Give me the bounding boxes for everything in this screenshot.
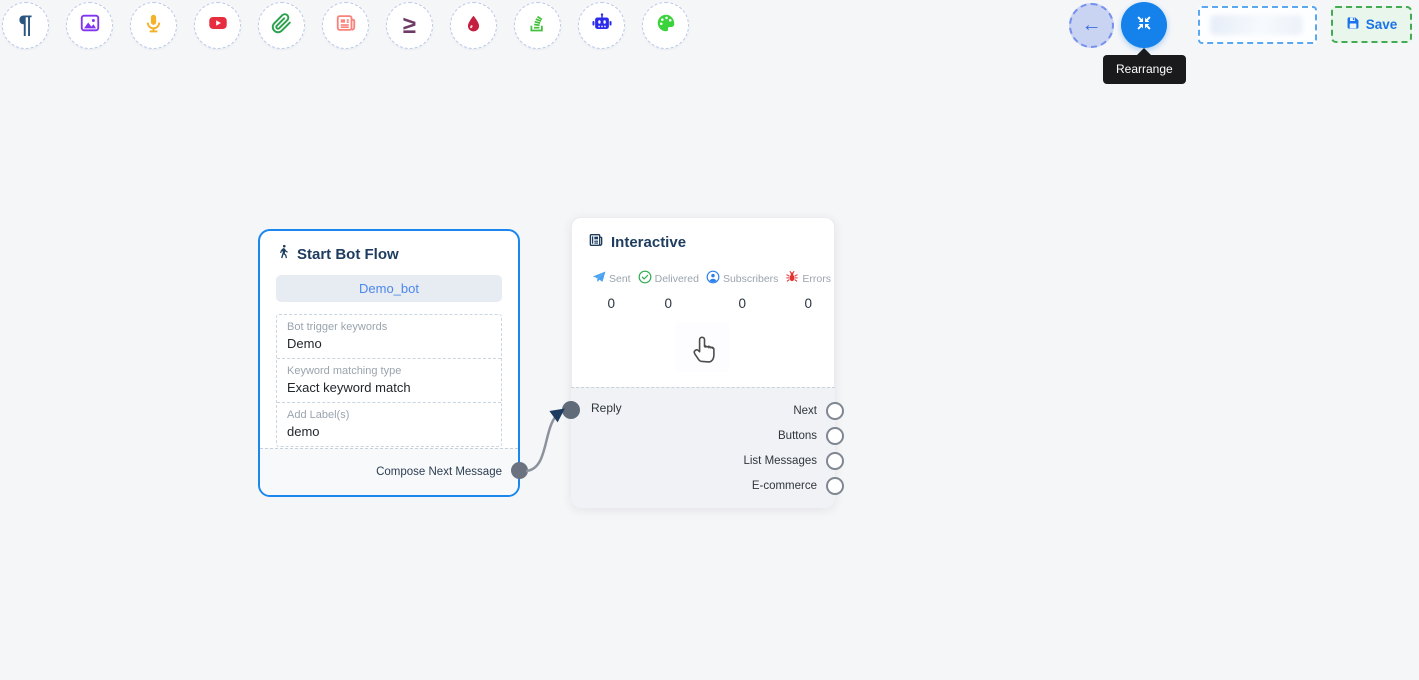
toolbar-button-video[interactable] [194,2,241,49]
toolbar-button-audio[interactable] [130,2,177,49]
toolbar-button-theme[interactable] [642,2,689,49]
field-matching-type[interactable]: Keyword matching type Exact keyword matc… [277,358,501,402]
interactive-node-header: Interactive [572,218,834,253]
interactive-node-ports-section: Reply Next Buttons List Messages E-comme… [571,387,835,508]
flow-name-input[interactable] [1198,6,1317,44]
stat-label: Subscribers [723,273,778,285]
start-node-output-socket[interactable] [511,462,528,479]
image-icon [79,12,101,39]
reply-input-socket[interactable] [562,401,580,419]
stat-label: Delivered [655,273,699,285]
bot-name-chip[interactable]: Demo_bot [276,275,502,302]
flow-builder-canvas[interactable]: ¶ ≥ [0,0,1419,680]
save-button[interactable]: Save [1331,6,1412,43]
paper-plane-icon [592,270,606,287]
newspaper-icon [335,12,357,39]
output-row-ecommerce: E-commerce [752,477,844,495]
field-value: Demo [287,336,491,351]
start-node-header: Start Bot Flow [260,231,518,272]
pilcrow-icon: ¶ [19,13,33,38]
compose-next-message-label: Compose Next Message [376,466,502,478]
interactive-node-stats: Sent 0 Delivered 0 Subscribers [572,270,834,311]
field-label: Keyword matching type [287,365,491,377]
field-value: demo [287,424,491,439]
output-row-list-messages: List Messages [743,452,844,470]
stat-value: 0 [592,296,631,311]
bug-icon [785,270,799,287]
start-node-title: Start Bot Flow [297,246,399,263]
output-label: Buttons [778,430,817,442]
start-node-fields: Bot trigger keywords Demo Keyword matchi… [276,314,502,447]
compose-next-message-action[interactable]: Compose Next Message [260,448,518,495]
paperclip-icon [271,13,292,39]
back-arrow-icon: ← [1082,14,1102,37]
toolbar-button-template[interactable] [322,2,369,49]
toolbar-button-sequence[interactable] [514,2,561,49]
stat-value: 0 [638,296,699,311]
toolbar-button-drip[interactable] [450,2,497,49]
field-trigger-keywords[interactable]: Bot trigger keywords Demo [277,315,501,358]
reply-input-label: Reply [591,401,622,415]
field-value: Exact keyword match [287,380,491,395]
back-button[interactable]: ← [1069,3,1114,48]
stat-delivered: Delivered 0 [638,270,699,311]
buttons-output-socket[interactable] [826,427,844,445]
walking-person-icon [276,244,291,264]
toolbar-button-bot[interactable] [578,2,625,49]
stat-label: Sent [609,273,631,285]
palette-icon [655,12,677,39]
compress-arrows-icon [1134,13,1154,38]
rearrange-tooltip: Rearrange [1103,55,1186,84]
stack-icon [527,13,548,39]
save-button-label: Save [1366,17,1398,32]
blurred-flow-name [1210,15,1303,35]
stat-sent: Sent 0 [592,270,631,311]
stat-value: 0 [785,296,831,311]
stat-label: Errors [802,273,831,285]
next-output-socket[interactable] [826,402,844,420]
user-circle-icon [706,270,720,287]
droplet-icon [464,14,483,38]
ecommerce-output-socket[interactable] [826,477,844,495]
stat-errors: Errors 0 [785,270,831,311]
output-row-buttons: Buttons [778,427,844,445]
toolbar-button-text[interactable]: ¶ [2,2,49,49]
check-circle-icon [638,270,652,287]
output-label: Next [793,405,817,417]
output-label: List Messages [743,455,817,467]
hover-highlight [675,322,729,372]
greater-equal-icon: ≥ [403,14,416,38]
field-add-labels[interactable]: Add Label(s) demo [277,402,501,446]
field-label: Add Label(s) [287,409,491,421]
list-messages-output-socket[interactable] [826,452,844,470]
output-label: E-commerce [752,480,817,492]
rearrange-button[interactable] [1121,2,1167,48]
field-label: Bot trigger keywords [287,321,491,333]
interactive-node-title: Interactive [611,234,686,251]
newspaper-icon [588,232,604,253]
toolbar-button-image[interactable] [66,2,113,49]
start-bot-flow-node[interactable]: Start Bot Flow Demo_bot Bot trigger keyw… [258,229,520,497]
output-row-next: Next [793,402,844,420]
video-play-icon [207,12,229,39]
robot-icon [591,12,613,39]
microphone-icon [143,13,164,39]
toolbar-button-condition[interactable]: ≥ [386,2,433,49]
message-type-toolbar: ¶ ≥ [2,2,689,49]
stat-value: 0 [706,296,778,311]
stat-subscribers: Subscribers 0 [706,270,778,311]
floppy-disk-icon [1346,16,1360,33]
toolbar-button-file[interactable] [258,2,305,49]
